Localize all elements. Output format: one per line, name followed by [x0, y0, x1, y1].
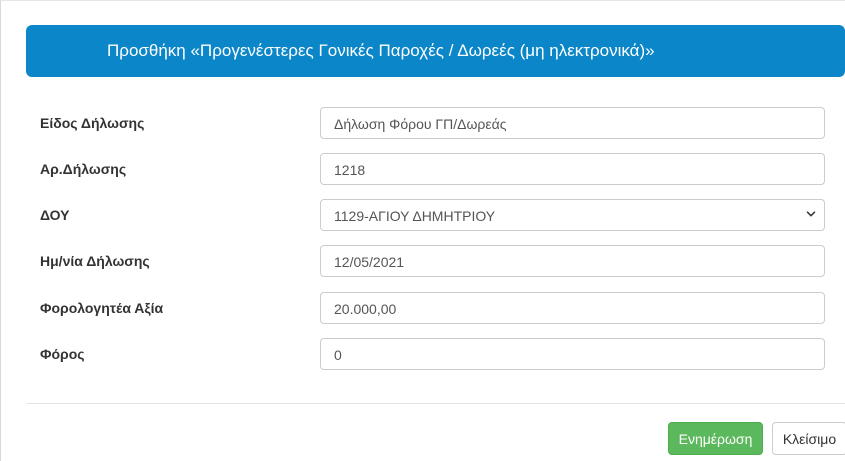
- form-row-declaration-number: Αρ.Δήλωσης 1218: [1, 153, 845, 187]
- tax-office-value: 1129-ΑΓΙΟΥ ΔΗΜΗΤΡΙΟΥ: [334, 208, 496, 224]
- form-row-taxable-value: Φορολογητέα Αξία 20.000,00: [1, 292, 845, 326]
- form-row-tax: Φόρος 0: [1, 338, 845, 372]
- declaration-date-field[interactable]: 12/05/2021: [320, 245, 825, 277]
- footer-divider: [26, 403, 845, 404]
- form-row-declaration-date: Ημ/νία Δήλωσης 12/05/2021: [1, 245, 845, 279]
- chevron-down-icon: [806, 211, 816, 217]
- form-row-tax-office: ΔΟΥ 1129-ΑΓΙΟΥ ΔΗΜΗΤΡΙΟΥ: [1, 199, 845, 233]
- declaration-date-label: Ημ/νία Δήλωσης: [40, 253, 150, 269]
- tax-value: 0: [334, 347, 342, 363]
- modal-title: Προσθήκη «Προγενέστερες Γονικές Παροχές …: [107, 41, 655, 60]
- tax-office-select[interactable]: 1129-ΑΓΙΟΥ ΔΗΜΗΤΡΙΟΥ: [320, 199, 825, 231]
- declaration-number-field[interactable]: 1218: [320, 153, 825, 185]
- tax-label: Φόρος: [40, 346, 85, 362]
- modal-header: Προσθήκη «Προγενέστερες Γονικές Παροχές …: [26, 25, 845, 77]
- declaration-type-label: Είδος Δήλωσης: [40, 115, 145, 131]
- update-button[interactable]: Ενημέρωση: [668, 422, 763, 455]
- form-row-declaration-type: Είδος Δήλωσης Δήλωση Φόρου ΓΠ/Δωρεάς: [1, 107, 845, 141]
- taxable-value-value: 20.000,00: [334, 301, 397, 317]
- declaration-date-value: 12/05/2021: [334, 254, 405, 270]
- modal-dialog: Προσθήκη «Προγενέστερες Γονικές Παροχές …: [0, 0, 845, 461]
- tax-field[interactable]: 0: [320, 338, 825, 370]
- tax-office-label: ΔΟΥ: [40, 207, 70, 223]
- declaration-type-field[interactable]: Δήλωση Φόρου ΓΠ/Δωρεάς: [320, 107, 825, 139]
- declaration-type-value: Δήλωση Φόρου ΓΠ/Δωρεάς: [334, 116, 507, 132]
- taxable-value-label: Φορολογητέα Αξία: [40, 300, 164, 316]
- declaration-number-value: 1218: [334, 162, 366, 178]
- close-button[interactable]: Κλείσιμο: [772, 422, 845, 455]
- taxable-value-field[interactable]: 20.000,00: [320, 292, 825, 324]
- declaration-number-label: Αρ.Δήλωσης: [40, 161, 127, 177]
